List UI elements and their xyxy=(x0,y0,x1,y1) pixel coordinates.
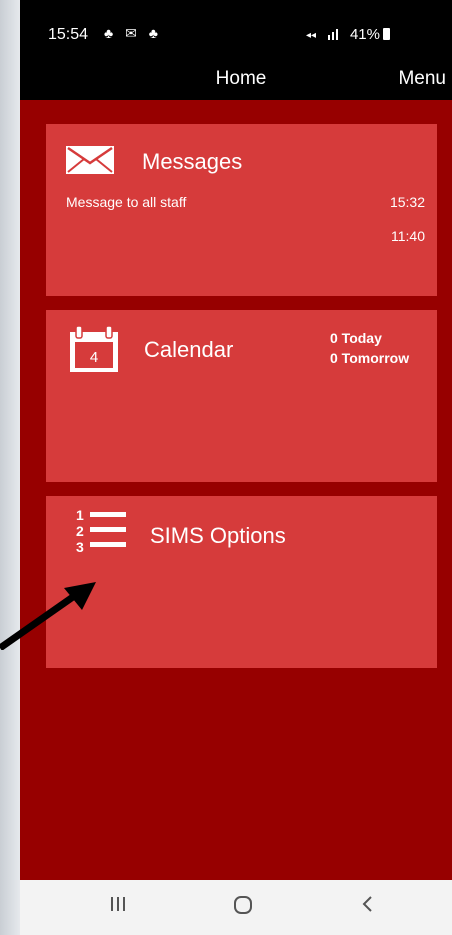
calendar-day: 4 xyxy=(90,349,98,366)
calendar-title: Calendar xyxy=(144,337,234,362)
svg-text:3: 3 xyxy=(76,539,84,554)
annotation-arrow-icon xyxy=(0,582,96,650)
calendar-tile[interactable]: 4 Calendar 0 Today 0 Tomorrow xyxy=(46,310,437,482)
svg-text:2: 2 xyxy=(76,523,84,539)
calendar-tomorrow-count: 0 Tomorrow xyxy=(330,350,410,366)
battery-percentage: 41% xyxy=(349,26,380,43)
status-time: 15:54 xyxy=(48,26,89,43)
back-icon[interactable] xyxy=(358,894,378,920)
sims-options-tile[interactable]: 1 2 3 SIMS Options xyxy=(46,496,437,668)
messages-title: Messages xyxy=(142,149,243,174)
battery-icon xyxy=(383,28,390,40)
numbered-list-icon: 1 2 3 xyxy=(76,507,126,554)
svg-text:◂◂: ◂◂ xyxy=(306,30,316,41)
system-navigation-bar xyxy=(20,880,452,935)
status-bar: 15:54 ♣ ✉ ♣ ◂◂ 41% xyxy=(20,0,452,60)
envelope-icon xyxy=(66,146,114,174)
message-time: 11:40 xyxy=(391,228,425,244)
app-header: Home Menu xyxy=(20,60,452,100)
phone-screen: 15:54 ♣ ✉ ♣ ◂◂ 41% Home Menu Messages Me… xyxy=(20,0,452,935)
menu-button[interactable]: Menu xyxy=(398,68,446,90)
page-title: Home xyxy=(215,68,267,89)
message-time: 15:32 xyxy=(389,194,425,210)
message-item[interactable]: Message to all staff 15:32 xyxy=(66,194,425,210)
calendar-today-count: 0 Today xyxy=(330,330,382,346)
sims-options-title: SIMS Options xyxy=(150,523,286,548)
message-text: Message to all staff xyxy=(66,194,187,210)
home-icon[interactable] xyxy=(232,894,254,922)
calendar-icon: 4 xyxy=(70,325,118,372)
notification-icons: ♣ ✉ ♣ xyxy=(104,25,162,41)
status-indicators: ◂◂ 41% xyxy=(306,26,390,43)
messages-tile[interactable]: Messages Message to all staff 15:32 11:4… xyxy=(46,124,437,296)
signal-icon: ◂◂ xyxy=(306,29,338,41)
calendar-counts: 0 Today 0 Tomorrow xyxy=(330,328,409,368)
recent-apps-icon[interactable] xyxy=(108,894,128,920)
svg-text:1: 1 xyxy=(76,507,84,523)
